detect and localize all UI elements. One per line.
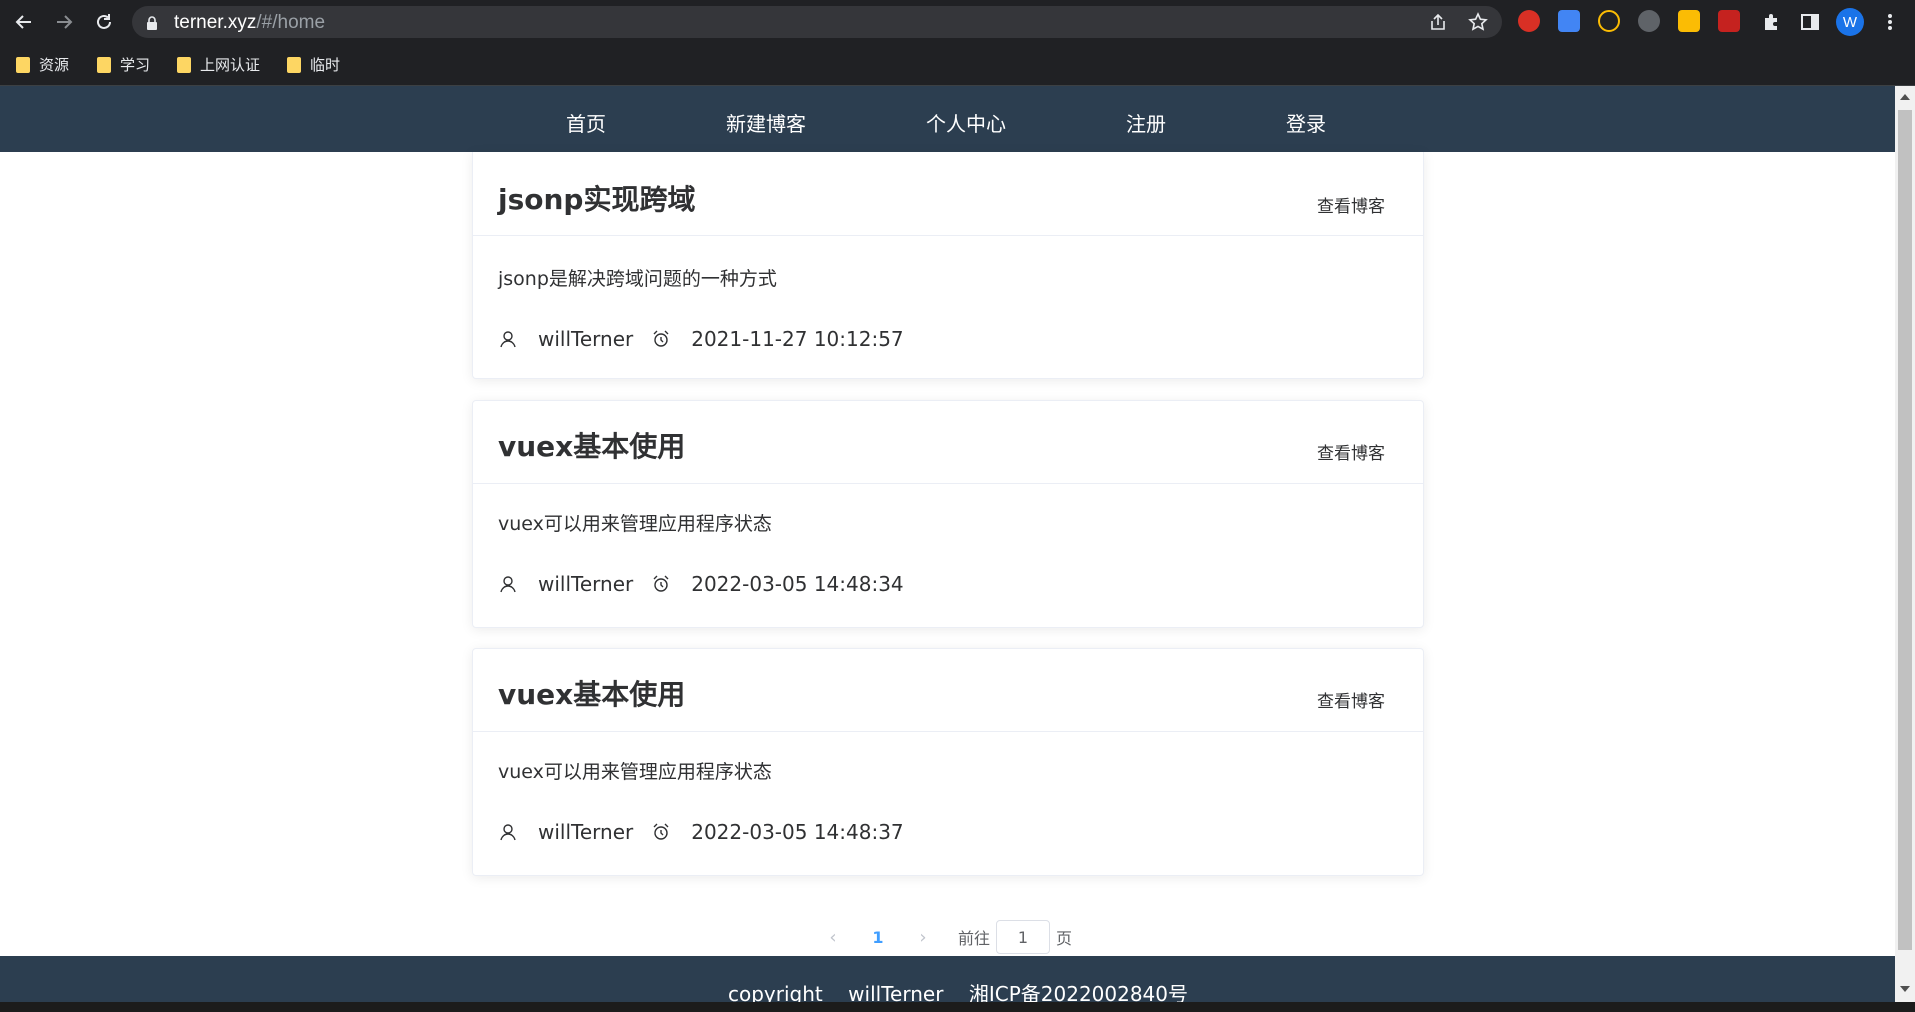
blog-time: 2022-03-05 14:48:37	[691, 820, 904, 844]
blog-card: jsonp实现跨域 查看博客 jsonp是解决跨域问题的一种方式 willTer…	[472, 152, 1424, 379]
blog-title: vuex基本使用	[498, 430, 686, 463]
bookmark-folder[interactable]: 学习	[97, 54, 150, 75]
blog-meta: willTerner 2022-03-05 14:48:37	[498, 820, 904, 844]
folder-icon	[97, 56, 111, 73]
next-page-icon[interactable]: ›	[908, 927, 938, 948]
bookmark-folder[interactable]: 上网认证	[177, 54, 260, 75]
bookmark-folder[interactable]: 资源	[16, 54, 69, 75]
nav-register[interactable]: 注册	[1126, 108, 1166, 137]
more-menu-icon[interactable]	[1876, 8, 1904, 36]
view-blog-link[interactable]: 查看博客	[1317, 687, 1385, 712]
folder-icon	[287, 56, 301, 73]
blog-description: vuex可以用来管理应用程序状态	[498, 761, 772, 783]
goto-page-input[interactable]	[996, 920, 1051, 954]
extension-translate-icon[interactable]	[1558, 10, 1580, 32]
page-scrollbar[interactable]	[1895, 86, 1915, 1002]
url-text: terner.xyz/#/home	[174, 12, 326, 33]
folder-icon	[16, 56, 30, 73]
blog-time: 2022-03-05 14:48:34	[691, 572, 904, 596]
nav-home[interactable]: 首页	[566, 108, 606, 137]
site-footer: copyright willTerner 湘ICP备2022002840号	[0, 956, 1895, 1006]
folder-icon	[177, 56, 191, 73]
reload-icon[interactable]	[90, 8, 118, 36]
view-blog-link[interactable]: 查看博客	[1317, 439, 1385, 464]
extension-adblock-icon[interactable]	[1518, 10, 1540, 32]
side-panel-icon[interactable]	[1796, 8, 1824, 36]
page-number[interactable]: 1	[860, 928, 896, 947]
view-blog-link[interactable]: 查看博客	[1317, 192, 1385, 217]
share-icon[interactable]	[1428, 12, 1448, 36]
blog-title: vuex基本使用	[498, 678, 686, 711]
alarm-clock-icon	[653, 330, 669, 347]
blog-author: willTerner	[538, 327, 634, 351]
blog-meta: willTerner 2022-03-05 14:48:34	[498, 572, 904, 596]
browser-toolbar: terner.xyz/#/home W	[0, 0, 1915, 44]
nav-profile[interactable]: 个人中心	[926, 108, 1006, 137]
page-suffix: 页	[1056, 929, 1073, 948]
extension-reader-icon[interactable]	[1638, 10, 1660, 32]
blog-card: vuex基本使用 查看博客 vuex可以用来管理应用程序状态 willTerne…	[472, 400, 1424, 628]
alarm-clock-icon	[653, 575, 669, 592]
user-icon	[500, 824, 516, 841]
prev-page-icon[interactable]: ‹	[818, 927, 848, 948]
pagination: ‹ 1 › 前往 页	[818, 920, 1072, 954]
extension-notes-icon[interactable]	[1678, 10, 1700, 32]
blog-time: 2021-11-27 10:12:57	[691, 327, 904, 351]
blog-description: jsonp是解决跨域问题的一种方式	[498, 268, 777, 290]
blog-description: vuex可以用来管理应用程序状态	[498, 513, 772, 535]
os-taskbar	[0, 1002, 1915, 1012]
forward-icon[interactable]	[50, 8, 78, 36]
extensions-puzzle-icon[interactable]	[1757, 8, 1785, 36]
profile-avatar[interactable]: W	[1836, 8, 1864, 36]
blog-author: willTerner	[538, 820, 634, 844]
card-header: vuex基本使用 查看博客	[473, 649, 1423, 732]
back-icon[interactable]	[10, 8, 38, 36]
user-icon	[500, 576, 516, 593]
card-header: vuex基本使用 查看博客	[473, 401, 1423, 484]
extension-infinity-icon[interactable]	[1598, 10, 1620, 32]
scrollbar-thumb[interactable]	[1898, 110, 1912, 950]
lock-icon	[146, 15, 158, 34]
bookmarks-bar: 资源 学习 上网认证 临时	[0, 44, 1915, 86]
blog-author: willTerner	[538, 572, 634, 596]
address-bar[interactable]: terner.xyz/#/home	[132, 6, 1502, 38]
nav-new-blog[interactable]: 新建博客	[726, 108, 806, 137]
nav-login[interactable]: 登录	[1286, 108, 1326, 137]
blog-meta: willTerner 2021-11-27 10:12:57	[498, 327, 904, 351]
bookmark-star-icon[interactable]	[1468, 12, 1488, 36]
page-jumper: 前往 页	[958, 920, 1072, 954]
goto-label: 前往	[958, 929, 991, 948]
bookmark-folder[interactable]: 临时	[287, 54, 340, 75]
card-header: jsonp实现跨域 查看博客	[473, 152, 1423, 236]
alarm-clock-icon	[653, 823, 669, 840]
extension-pdf-icon[interactable]	[1718, 10, 1740, 32]
blog-title: jsonp实现跨域	[498, 183, 696, 216]
scroll-down-icon[interactable]	[1900, 986, 1910, 992]
blog-card: vuex基本使用 查看博客 vuex可以用来管理应用程序状态 willTerne…	[472, 648, 1424, 876]
user-icon	[500, 331, 516, 348]
scroll-up-icon[interactable]	[1900, 94, 1910, 100]
site-nav: 首页 新建博客 个人中心 注册 登录	[0, 86, 1895, 152]
